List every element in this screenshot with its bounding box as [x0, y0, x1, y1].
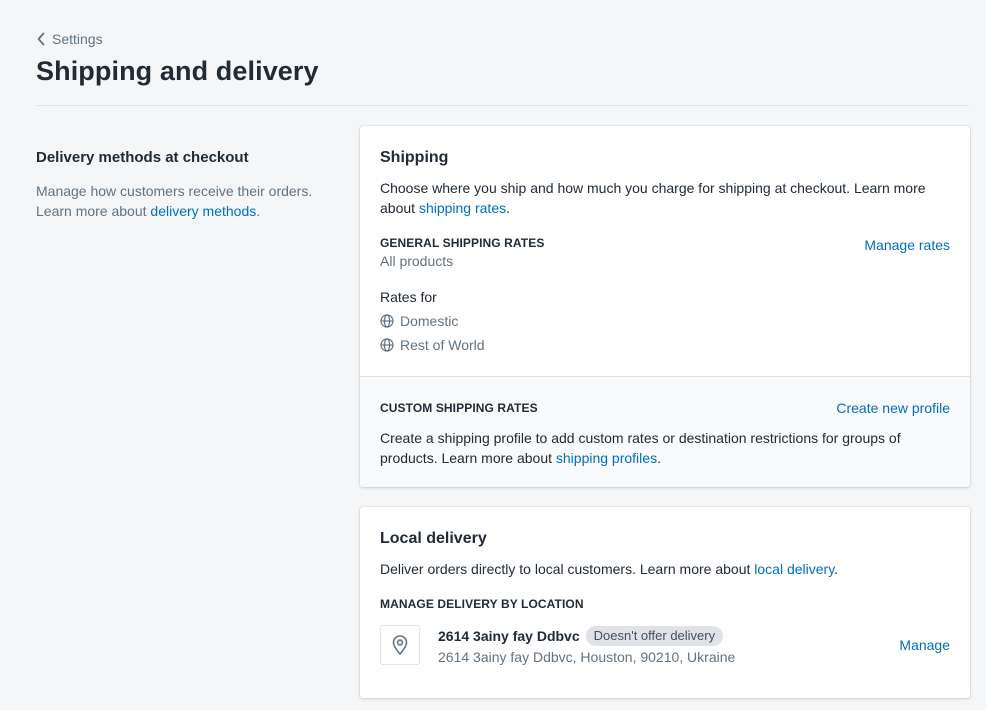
- annotation-suffix: .: [256, 203, 261, 219]
- custom-rates-heading: CUSTOM SHIPPING RATES: [380, 401, 538, 415]
- general-rates-info: GENERAL SHIPPING RATES All products: [380, 236, 544, 269]
- local-delivery-link[interactable]: local delivery: [754, 561, 834, 577]
- zone-label: Domestic: [400, 313, 459, 329]
- general-rates-subtitle: All products: [380, 253, 454, 269]
- annotation-title: Delivery methods at checkout: [36, 149, 249, 166]
- manage-rates-button[interactable]: Manage rates: [864, 237, 950, 253]
- custom-rates-suffix: .: [657, 450, 661, 466]
- globe-icon: [380, 338, 394, 352]
- local-delivery-title: Local delivery: [380, 530, 487, 547]
- shipping-rates-link[interactable]: shipping rates: [419, 200, 506, 216]
- annotation-line1: Manage how customers receive their order…: [36, 183, 313, 199]
- manage-location-button[interactable]: Manage: [899, 637, 950, 653]
- shipping-description-suffix: .: [506, 200, 510, 216]
- delivery-methods-link[interactable]: delivery methods: [150, 203, 256, 219]
- page-title: Shipping and delivery: [36, 56, 319, 86]
- status-badge: Doesn't offer delivery: [585, 625, 724, 646]
- create-new-profile-button[interactable]: Create new profile: [836, 400, 950, 416]
- local-delivery-suffix: .: [834, 561, 839, 577]
- location-address: 2614 3ainy fay Ddbvc, Houston, 90210, Uk…: [438, 648, 736, 665]
- breadcrumb-label: Settings: [52, 31, 103, 47]
- shipping-title: Shipping: [380, 149, 449, 166]
- general-rates-header: GENERAL SHIPPING RATES All products Mana…: [380, 236, 950, 269]
- location-info: 2614 3ainy fay Ddbvc Doesn't offer deliv…: [438, 625, 899, 665]
- zone-label: Rest of World: [400, 337, 485, 353]
- custom-rates-description: Create a shipping profile to add custom …: [380, 428, 950, 468]
- custom-rates-header: CUSTOM SHIPPING RATES Create new profile: [380, 400, 950, 416]
- general-rates-heading: GENERAL SHIPPING RATES: [380, 236, 545, 250]
- shipping-description: Choose where you ship and how much you c…: [380, 178, 950, 218]
- shipping-profiles-link[interactable]: shipping profiles: [556, 450, 657, 466]
- breadcrumb-back[interactable]: Settings: [36, 31, 103, 47]
- local-delivery-card: Local delivery Deliver orders directly t…: [360, 507, 970, 698]
- local-delivery-description: Deliver orders directly to local custome…: [380, 559, 950, 579]
- header-divider: [36, 105, 969, 106]
- globe-icon: [380, 314, 394, 328]
- shipping-card: Shipping Choose where you ship and how m…: [360, 126, 970, 487]
- zone-list: Domestic Rest of World: [380, 309, 950, 357]
- location-pin-icon: [392, 635, 408, 655]
- zone-item-domestic: Domestic: [380, 309, 950, 333]
- custom-rates-section: CUSTOM SHIPPING RATES Create new profile…: [360, 376, 970, 487]
- local-delivery-description-text: Deliver orders directly to local custome…: [380, 561, 751, 577]
- location-row: 2614 3ainy fay Ddbvc Doesn't offer deliv…: [380, 625, 950, 665]
- annotation-prefix: Learn more about: [36, 203, 147, 219]
- location-name-row: 2614 3ainy fay Ddbvc Doesn't offer deliv…: [438, 625, 899, 646]
- rates-for-label: Rates for: [380, 289, 437, 305]
- location-icon-box: [380, 625, 420, 665]
- chevron-left-icon: [37, 32, 45, 46]
- location-name: 2614 3ainy fay Ddbvc: [438, 627, 580, 644]
- annotation-delivery-methods: Delivery methods at checkout Manage how …: [36, 149, 336, 221]
- zone-item-rest-of-world: Rest of World: [380, 333, 950, 357]
- annotation-description: Manage how customers receive their order…: [36, 181, 336, 221]
- manage-delivery-heading: MANAGE DELIVERY BY LOCATION: [380, 597, 584, 611]
